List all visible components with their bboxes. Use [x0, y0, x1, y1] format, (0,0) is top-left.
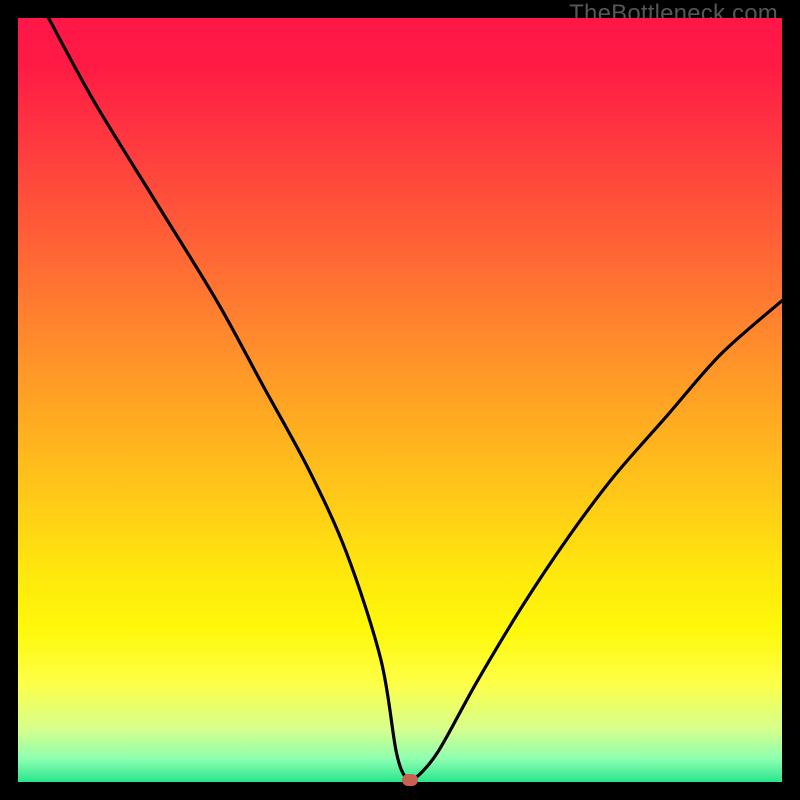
bottleneck-curve: [18, 18, 782, 782]
chart-frame: TheBottleneck.com: [0, 0, 800, 800]
plot-area: [18, 18, 782, 782]
optimal-marker: [402, 774, 418, 786]
